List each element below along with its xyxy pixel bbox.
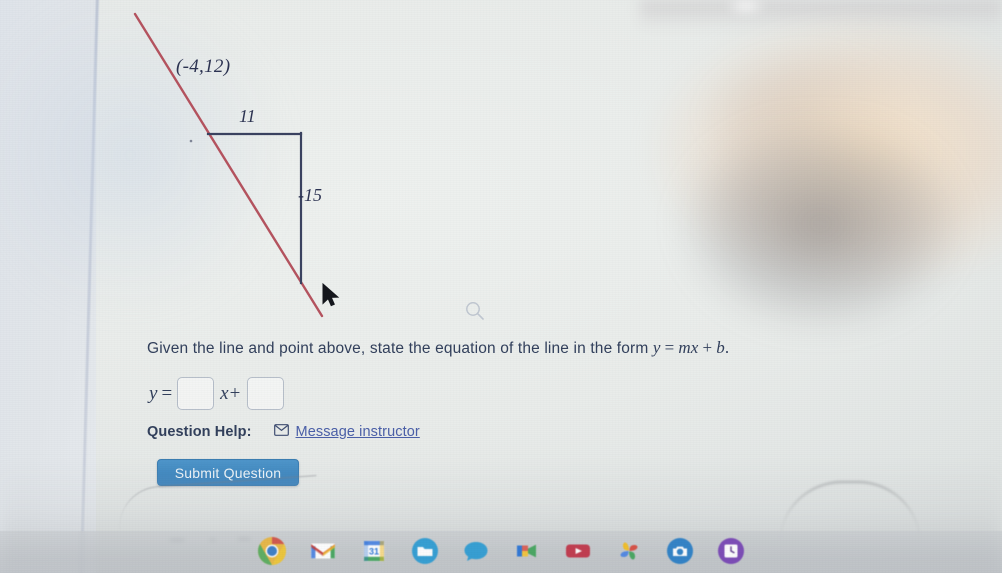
run-label: 11 — [239, 106, 256, 126]
gmail-icon[interactable] — [308, 536, 338, 566]
svg-text:31: 31 — [368, 547, 378, 557]
question-help-row: Question Help: Message instructor — [147, 423, 420, 441]
point-label: (-4,12) — [176, 56, 231, 77]
chrome-icon[interactable] — [257, 536, 287, 566]
point-dot — [189, 139, 193, 143]
envelope-icon[interactable] — [273, 423, 289, 441]
mouse-cursor — [322, 282, 340, 314]
taskbar: 31 — [0, 531, 1002, 573]
answer-row: y = x + — [149, 377, 285, 410]
answer-equals: = — [161, 382, 173, 404]
slope-input[interactable] — [177, 377, 215, 410]
calendar-icon[interactable]: 31 — [359, 536, 389, 566]
clock-icon[interactable] — [716, 536, 746, 566]
message-instructor-link[interactable]: Message instructor — [296, 424, 420, 440]
answer-y-label: y — [149, 382, 158, 404]
magnifier-icon — [464, 300, 486, 327]
question-prompt-text: Given the line and point above, state th… — [147, 340, 653, 357]
glare-highlight-spot — [718, 0, 774, 18]
screen-photo: (-4,12) 11 -15 Given the line and point … — [0, 0, 1002, 573]
rise-label: -15 — [298, 185, 322, 205]
youtube-icon[interactable] — [563, 536, 593, 566]
math-y: y — [652, 338, 661, 357]
line-figure: (-4,12) 11 -15 — [110, 0, 530, 330]
answer-plus: + — [229, 382, 241, 404]
figure-svg — [133, 12, 324, 318]
answer-x-label: x — [220, 382, 229, 404]
glare-dark-reflection — [672, 120, 1002, 350]
meet-icon[interactable] — [512, 536, 542, 566]
question-help-label: Question Help: — [147, 424, 252, 440]
taskbar-items: 31 — [0, 532, 1002, 570]
messages-icon[interactable] — [461, 536, 491, 566]
camera-icon[interactable] — [665, 536, 695, 566]
photos-icon[interactable] — [614, 536, 644, 566]
files-icon[interactable] — [410, 536, 440, 566]
intercept-input[interactable] — [247, 377, 285, 410]
